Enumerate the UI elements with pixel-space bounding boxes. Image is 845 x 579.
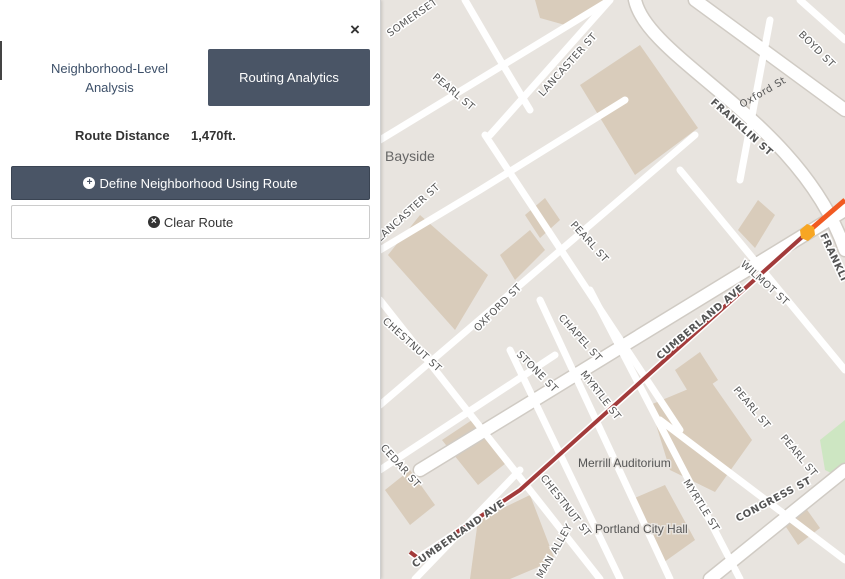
poi-label-portland-city-hall: Portland City Hall: [595, 522, 688, 536]
x-circle-icon: ×: [147, 216, 160, 228]
clear-route-label: Clear Route: [163, 214, 234, 230]
panel-edge-accent: [0, 41, 2, 80]
map-canvas[interactable]: Bayside Merrill Auditorium Portland City…: [380, 0, 845, 579]
define-neighborhood-label: Define Neighborhood Using Route: [99, 175, 298, 191]
poi-label-merrill-auditorium: Merrill Auditorium: [578, 456, 671, 470]
plus-circle-icon: +: [83, 177, 96, 189]
sidebar-panel: × Neighborhood-Level Analysis Routing An…: [0, 0, 381, 579]
tab-routing-analytics[interactable]: Routing Analytics: [208, 49, 370, 106]
define-neighborhood-button[interactable]: + Define Neighborhood Using Route: [11, 166, 370, 200]
tab-neighborhood-analysis[interactable]: Neighborhood-Level Analysis: [11, 49, 208, 106]
place-label-bayside: Bayside: [385, 148, 435, 164]
route-distance-label: Route Distance: [75, 128, 170, 143]
clear-route-button[interactable]: × Clear Route: [11, 205, 370, 239]
route-distance-value: 1,470ft.: [191, 128, 236, 143]
close-icon[interactable]: ×: [345, 20, 365, 40]
